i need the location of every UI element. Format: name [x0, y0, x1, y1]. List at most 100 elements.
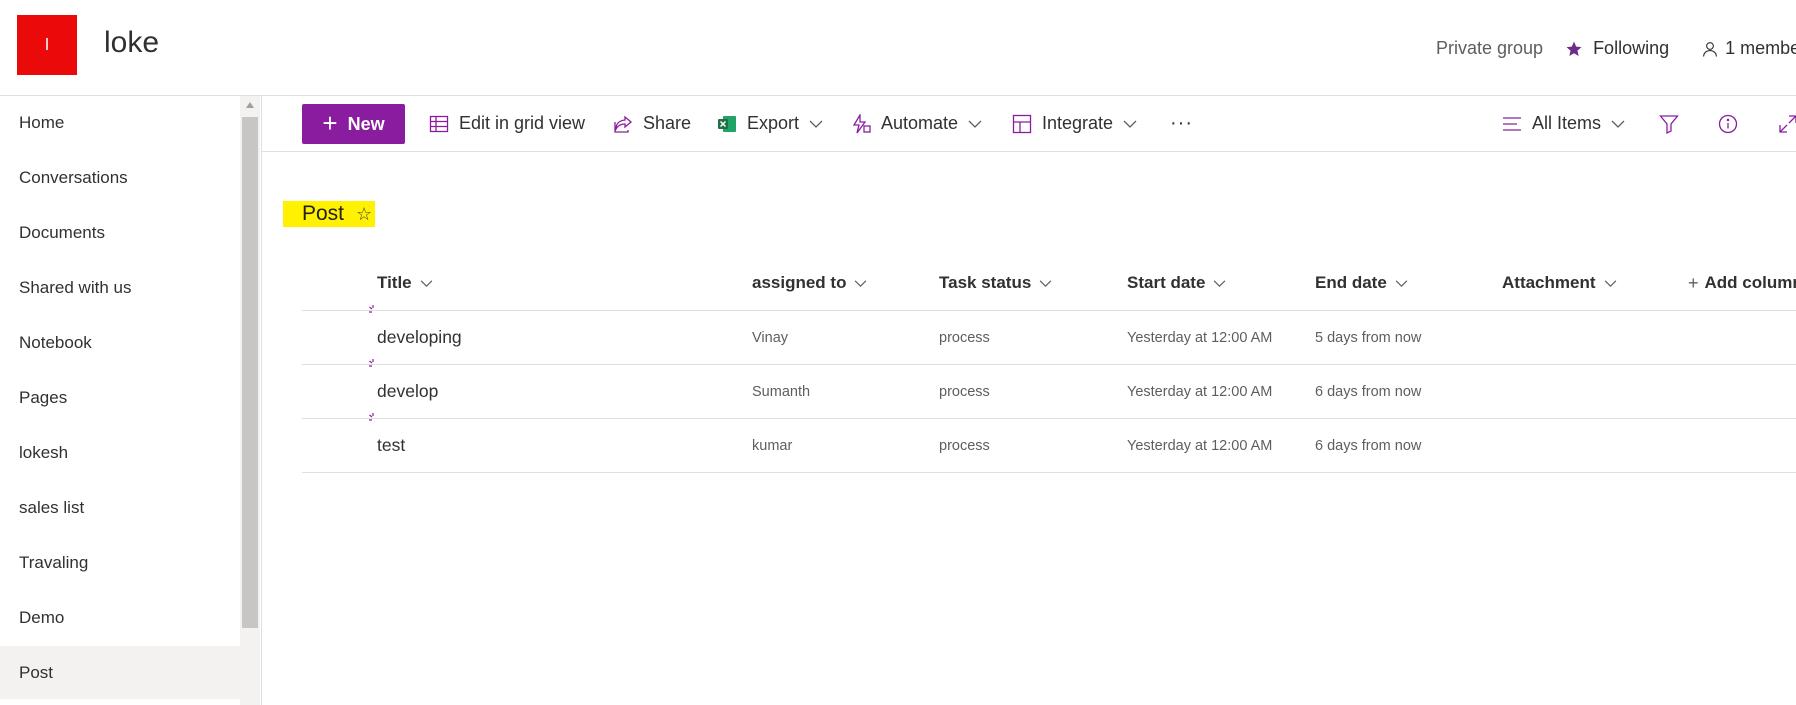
- filter-icon: [1659, 114, 1679, 134]
- nav-item-label: Shared with us: [19, 277, 132, 297]
- automate-button[interactable]: Automate: [851, 96, 982, 151]
- site-header: l loke Private group Following 1 member: [0, 0, 1796, 96]
- nav-item-shared-with-us[interactable]: Shared with us: [0, 261, 240, 314]
- column-header-end-date[interactable]: End date: [1315, 270, 1408, 296]
- site-logo[interactable]: l: [17, 15, 77, 75]
- table-row[interactable]: test kumar process Yesterday at 12:00 AM…: [302, 413, 1796, 473]
- integrate-icon: [1012, 114, 1032, 133]
- nav-item-label: Documents: [19, 222, 105, 242]
- cell-task-status: process: [939, 329, 990, 346]
- column-header-task-status[interactable]: Task status: [939, 270, 1052, 296]
- export-button[interactable]: Export: [717, 96, 823, 151]
- grid-icon: [429, 115, 449, 132]
- edit-grid-view-label: Edit in grid view: [459, 113, 586, 133]
- chevron-down-icon: [1395, 279, 1408, 287]
- cell-title[interactable]: test: [369, 413, 406, 472]
- column-header-label: Start date: [1127, 273, 1206, 292]
- share-icon: [614, 115, 633, 133]
- view-selector-label: All Items: [1532, 113, 1602, 133]
- plus-icon: +: [1688, 272, 1699, 293]
- nav-item-notebook[interactable]: Notebook: [0, 316, 240, 369]
- nav-item-travaling[interactable]: Travaling: [0, 536, 240, 589]
- column-header-start-date[interactable]: Start date: [1127, 270, 1226, 296]
- following-button[interactable]: Following: [1565, 38, 1669, 59]
- info-button[interactable]: [1718, 96, 1748, 151]
- new-button-label: New: [347, 113, 385, 134]
- nav-item-lokesh[interactable]: lokesh: [0, 426, 240, 479]
- nav-item-label: lokesh: [19, 442, 69, 462]
- cell-end-date: 5 days from now: [1315, 329, 1422, 346]
- nav-item-label: Pages: [19, 387, 68, 407]
- chevron-down-icon: [809, 120, 823, 128]
- cell-task-status: process: [939, 383, 990, 400]
- new-item-icon: [369, 413, 374, 421]
- automate-label: Automate: [881, 113, 959, 133]
- column-header-label: Title: [377, 273, 412, 292]
- column-header-label: assigned to: [752, 273, 847, 292]
- nav-scrollbar-thumb[interactable]: [242, 117, 258, 628]
- nav-item-label: Travaling: [19, 552, 89, 572]
- list-title-text: Post: [302, 202, 345, 225]
- nav-item-demo[interactable]: Demo: [0, 591, 240, 644]
- cell-end-date: 6 days from now: [1315, 437, 1422, 454]
- table-row[interactable]: develop Sumanth process Yesterday at 12:…: [302, 359, 1796, 419]
- nav-item-home[interactable]: Home: [0, 96, 240, 149]
- following-label: Following: [1593, 38, 1670, 58]
- edit-grid-view-button[interactable]: Edit in grid view: [429, 96, 585, 151]
- info-icon: [1718, 114, 1738, 133]
- new-item-icon: [369, 305, 374, 313]
- header-actions: Private group Following 1 member: [1436, 38, 1796, 59]
- cell-end-date: 6 days from now: [1315, 383, 1422, 400]
- site-logo-letter: l: [45, 35, 49, 54]
- cell-title[interactable]: develop: [369, 359, 439, 418]
- column-header-label: Attachment: [1502, 273, 1596, 292]
- column-header-attachment[interactable]: Attachment: [1502, 270, 1617, 296]
- nav-item-label: Conversations: [19, 167, 128, 187]
- new-button[interactable]: + New: [302, 104, 405, 144]
- add-column-button[interactable]: + Add column: [1688, 270, 1796, 296]
- item-title: develop: [377, 381, 439, 401]
- nav-item-post[interactable]: Post: [0, 646, 240, 699]
- chevron-down-icon: [968, 120, 982, 128]
- column-header-label: Task status: [939, 273, 1032, 292]
- scroll-up-arrow-icon[interactable]: [246, 102, 254, 108]
- command-bar: + New Edit in grid view Share Export Aut…: [262, 96, 1796, 152]
- integrate-label: Integrate: [1042, 113, 1114, 133]
- chevron-down-icon: [1611, 120, 1625, 128]
- filter-button[interactable]: [1659, 96, 1689, 151]
- nav-item-label: sales list: [19, 497, 85, 517]
- item-title: developing: [377, 327, 462, 347]
- members-label: 1 member: [1725, 38, 1796, 58]
- cell-title[interactable]: developing: [369, 305, 462, 364]
- item-title: test: [377, 435, 406, 455]
- more-options-button[interactable]: ···: [1170, 96, 1193, 151]
- export-label: Export: [747, 113, 800, 133]
- privacy-label: Private group: [1436, 38, 1544, 58]
- members-button[interactable]: 1 member: [1701, 38, 1796, 59]
- cell-task-status: process: [939, 437, 990, 454]
- list-lines-icon: [1503, 116, 1521, 131]
- site-title[interactable]: loke: [104, 26, 159, 60]
- chevron-down-icon: [1123, 120, 1137, 128]
- expand-button[interactable]: [1778, 96, 1796, 151]
- nav-item-label: Notebook: [19, 332, 92, 352]
- nav-item-conversations[interactable]: Conversations: [0, 151, 240, 204]
- nav-item-documents[interactable]: Documents: [0, 206, 240, 259]
- column-header-title[interactable]: Title: [377, 270, 433, 296]
- table-row[interactable]: developing Vinay process Yesterday at 12…: [302, 305, 1796, 365]
- nav-item-pages[interactable]: Pages: [0, 371, 240, 424]
- share-button[interactable]: Share: [613, 96, 691, 151]
- nav-item-sales-list[interactable]: sales list: [0, 481, 240, 534]
- list-title: Post ☆: [283, 201, 375, 227]
- plus-icon: +: [322, 107, 338, 138]
- cell-start-date: Yesterday at 12:00 AM: [1127, 383, 1273, 400]
- integrate-button[interactable]: Integrate: [1012, 96, 1137, 151]
- nav-item-label: Post: [19, 662, 54, 682]
- column-header-assigned-to[interactable]: assigned to: [752, 270, 867, 296]
- cell-assigned-to: kumar: [752, 437, 793, 454]
- view-selector[interactable]: All Items: [1502, 96, 1625, 151]
- excel-icon: [718, 115, 736, 132]
- automate-icon: [852, 113, 871, 133]
- favorite-star-icon[interactable]: ☆: [356, 204, 372, 225]
- add-column-label: Add column: [1704, 273, 1796, 292]
